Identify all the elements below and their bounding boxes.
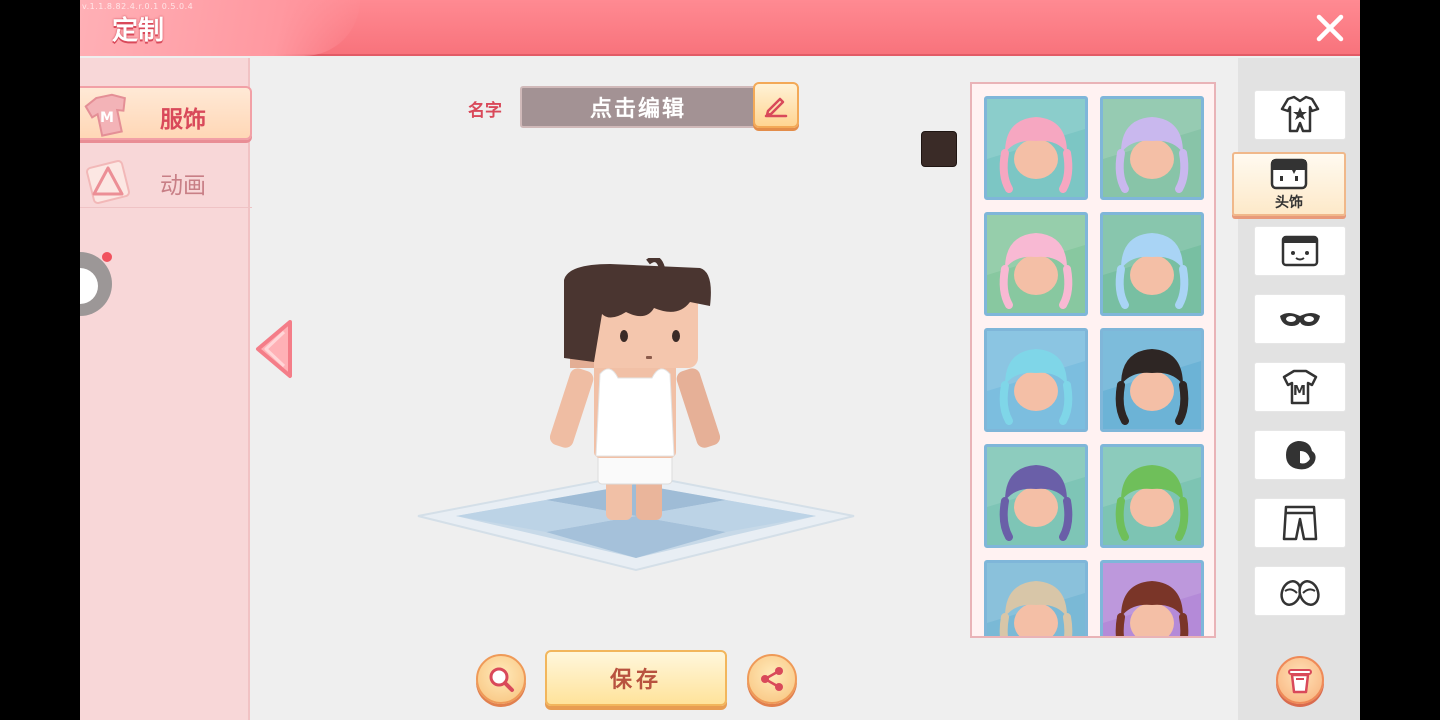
item-thumbnail <box>1103 99 1201 193</box>
item-lavender-twin-tail-hair[interactable] <box>1100 96 1204 200</box>
face-icon <box>1281 235 1319 267</box>
hair-color-swatch[interactable] <box>921 131 957 167</box>
name-input[interactable]: 点击编辑 <box>520 86 756 128</box>
item-thumbnail <box>987 563 1085 636</box>
item-beanie-hat[interactable] <box>984 560 1088 636</box>
item-thumbnail <box>987 99 1085 193</box>
rail-shirt[interactable]: M <box>1254 362 1346 412</box>
tab-animation-label: 动画 <box>160 173 206 199</box>
item-grid <box>970 82 1216 638</box>
triangle-icon <box>86 160 130 204</box>
rail-head-label: 头饰 <box>1275 195 1303 211</box>
item-thumbnail <box>1103 563 1201 636</box>
romper-icon <box>1280 95 1320 133</box>
rail-mask[interactable] <box>1254 294 1346 344</box>
tab-clothing-label: 服饰 <box>160 107 206 133</box>
item-thumbnail <box>987 331 1085 425</box>
item-bun-red-hair[interactable] <box>1100 560 1204 636</box>
item-thumbnail <box>1103 215 1201 309</box>
item-pink-pigtail-hair[interactable] <box>984 96 1088 200</box>
rail-hand[interactable] <box>1254 430 1346 480</box>
tshirt-icon: M <box>1282 369 1318 405</box>
tab-clothing[interactable]: M 服饰 <box>80 86 252 140</box>
previous-arrow-icon[interactable] <box>252 318 296 380</box>
tab-animation[interactable]: 动画 <box>80 154 252 208</box>
item-pink-blue-curl-hair[interactable] <box>1100 212 1204 316</box>
close-icon <box>1316 14 1344 42</box>
item-thumbnail <box>1103 331 1201 425</box>
header-bar: v.1.1.8.82.4.r.0.1 0.5.0.4 定制 <box>80 0 1360 56</box>
share-button[interactable] <box>747 654 797 704</box>
head-icon <box>1270 158 1308 190</box>
item-thumbnail <box>987 447 1085 541</box>
rail-head[interactable]: 头饰 <box>1232 152 1346 216</box>
delete-button[interactable] <box>1276 656 1324 704</box>
shirt-m-icon: M <box>84 93 126 137</box>
hand-item-icon <box>1286 441 1316 470</box>
category-panel: M 服饰 动画 <box>80 58 252 720</box>
item-green-crown-fish-hair[interactable] <box>1100 444 1204 548</box>
customize-window: v.1.1.8.82.4.r.0.1 0.5.0.4 定制 M 服饰 动画 名字… <box>80 0 1360 720</box>
shoes-icon <box>1280 580 1320 606</box>
rail-face[interactable] <box>1254 226 1346 276</box>
name-label: 名字 <box>468 101 502 121</box>
pencil-icon <box>764 97 788 118</box>
avatar-preview[interactable] <box>550 258 720 528</box>
category-rail: 头饰 M <box>1232 58 1360 720</box>
item-long-black-hair[interactable] <box>1100 328 1204 432</box>
pants-icon <box>1282 505 1318 541</box>
inspect-button[interactable] <box>476 654 526 704</box>
magnifier-icon <box>489 667 514 692</box>
page-title: 定制 <box>112 16 165 46</box>
item-pink-braid-hair[interactable] <box>984 212 1088 316</box>
item-zigzag-helmet[interactable] <box>984 444 1088 548</box>
share-icon <box>761 667 783 691</box>
save-button[interactable]: 保存 <box>545 650 727 706</box>
item-thumbnail <box>1103 447 1201 541</box>
rail-shoes[interactable] <box>1254 566 1346 616</box>
svg-text:M: M <box>1293 384 1306 399</box>
svg-text:M: M <box>100 110 114 126</box>
trash-icon <box>1288 669 1312 694</box>
close-button[interactable] <box>1312 10 1348 46</box>
edit-name-button[interactable] <box>753 82 799 128</box>
notification-dot <box>102 252 112 262</box>
item-candle-cake-hair[interactable] <box>984 328 1088 432</box>
item-thumbnail <box>987 215 1085 309</box>
eye-mask-icon <box>1280 313 1320 326</box>
rail-outfit[interactable] <box>1254 90 1346 140</box>
rail-pants[interactable] <box>1254 498 1346 548</box>
